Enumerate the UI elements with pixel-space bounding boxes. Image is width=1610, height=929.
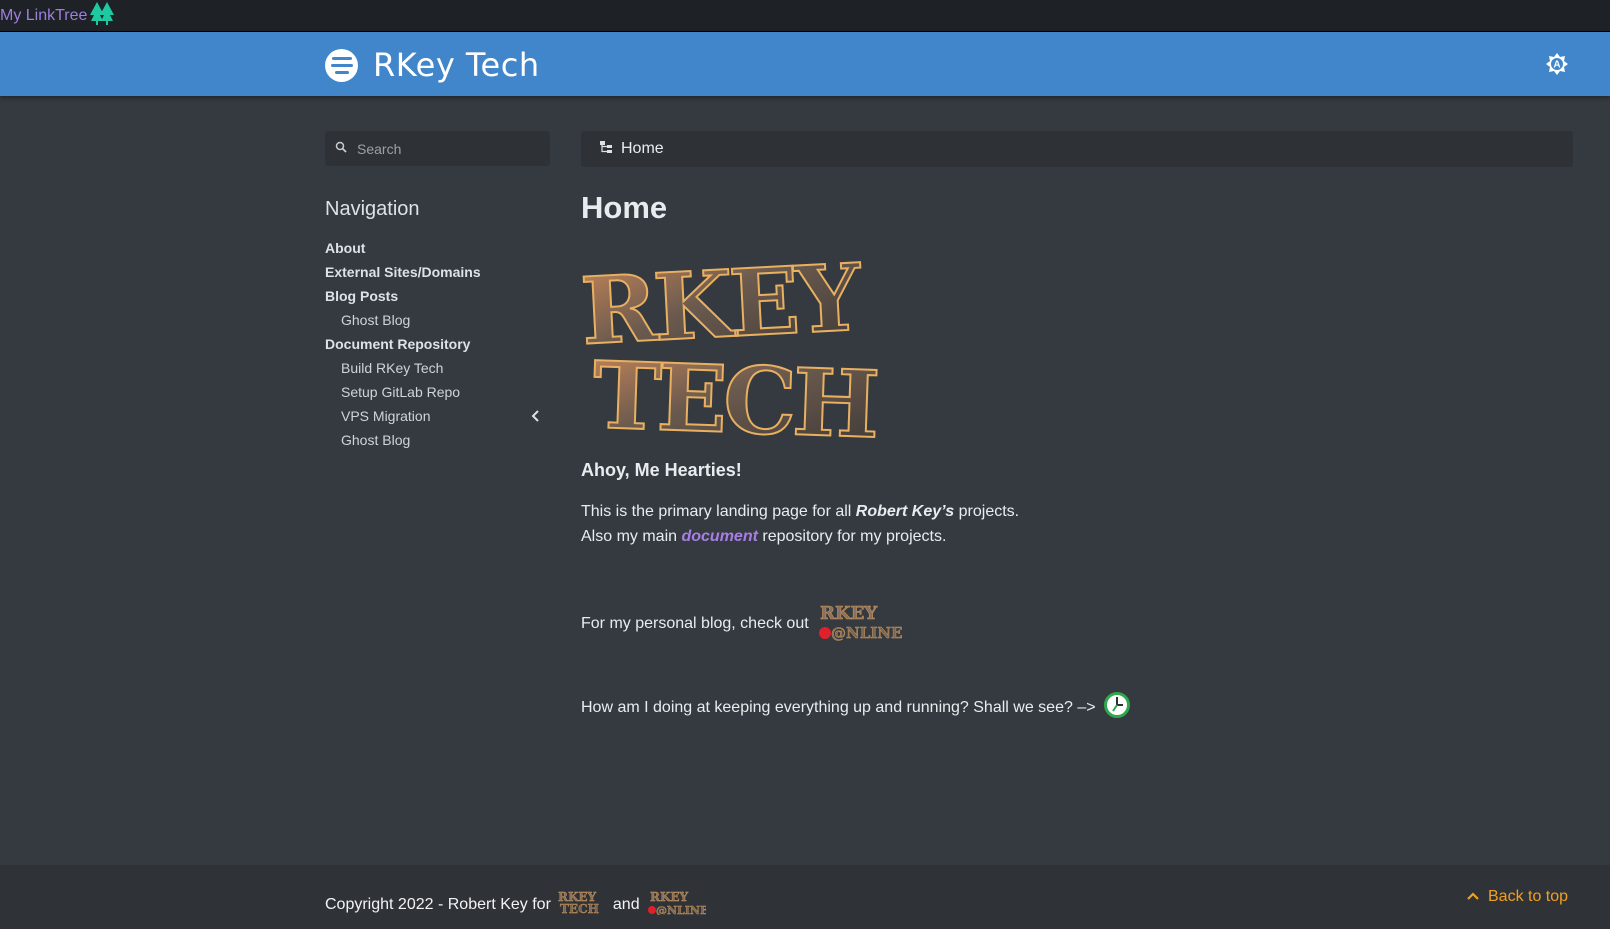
svg-text:@NLINE: @NLINE <box>831 624 902 641</box>
nav-link[interactable]: About <box>325 240 365 256</box>
nav-item-vps-migration[interactable]: VPS Migration <box>325 408 550 432</box>
nav-link[interactable]: VPS Migration <box>341 408 430 424</box>
svg-text:RKEY: RKEY <box>650 890 689 904</box>
navigation-heading: Navigation <box>325 198 420 220</box>
repo-text-end: repository for my projects. <box>757 528 947 545</box>
intro-text: This is the primary landing page for all <box>581 503 856 520</box>
chevron-up-icon <box>1466 888 1480 906</box>
nav-item-setup-gitlab-repo[interactable]: Setup GitLab Repo <box>325 384 550 408</box>
intro-paragraph: This is the primary landing page for all… <box>581 499 1571 549</box>
topbar: My LinkTree <box>0 0 1610 32</box>
uptime-status-icon[interactable] <box>1103 692 1130 723</box>
rkey-online-logo[interactable]: RKEY @NLINE <box>817 601 905 646</box>
status-text: How am I doing at keeping everything up … <box>581 698 1096 716</box>
nav-item-blog-posts[interactable]: Blog Posts <box>325 288 550 312</box>
svg-text:TECH: TECH <box>591 341 877 444</box>
blog-text: For my personal blog, check out <box>581 614 809 632</box>
sitemap-icon <box>599 140 613 159</box>
nav-link[interactable]: Build RKey Tech <box>341 360 443 376</box>
nav-item-document-repository[interactable]: Document Repository <box>325 336 550 360</box>
page-title: Home <box>581 190 668 225</box>
nav-link[interactable]: External Sites/Domains <box>325 264 481 280</box>
tree-icon <box>89 1 117 30</box>
nav-link[interactable]: Setup GitLab Repo <box>341 384 460 400</box>
nav-item-ghost-blog-2[interactable]: Ghost Blog <box>325 432 550 456</box>
linktree-label: My LinkTree <box>0 6 88 24</box>
site-header: RKey Tech A <box>0 32 1610 96</box>
search-box <box>325 131 550 166</box>
greeting-heading: Ahoy, Me Hearties! <box>581 460 742 480</box>
nav-link[interactable]: Blog Posts <box>325 288 398 304</box>
back-to-top-label: Back to top <box>1488 888 1569 905</box>
svg-text:@NLINE: @NLINE <box>656 904 706 915</box>
menu-icon <box>325 48 358 82</box>
site-footer: Copyright 2022 - Robert Key for RKEY TEC… <box>0 865 1610 929</box>
search-icon <box>335 140 347 158</box>
svg-text:A: A <box>1553 60 1560 71</box>
nav-item-about[interactable]: About <box>325 240 550 264</box>
rkey-tech-logo: RKEY TECH <box>577 242 881 460</box>
breadcrumb: Home <box>581 131 1573 167</box>
author-name: Robert Key’s <box>855 503 955 520</box>
site-brand[interactable]: RKey Tech <box>325 46 540 84</box>
svg-text:TECH: TECH <box>560 902 599 915</box>
navigation-list: About External Sites/Domains Blog Posts … <box>325 240 550 456</box>
copyright-text: Copyright 2022 - Robert Key for <box>325 895 551 913</box>
site-title: RKey Tech <box>373 46 540 84</box>
main-content: Home RKEY TECH Ahoy, Me Hearties! This i… <box>577 190 1571 723</box>
search-input[interactable] <box>357 140 537 157</box>
document-link[interactable]: document <box>681 528 757 545</box>
theme-toggle-icon[interactable]: A <box>1545 52 1569 76</box>
svg-text:RKEY: RKEY <box>820 603 878 624</box>
breadcrumb-home[interactable]: Home <box>621 140 664 158</box>
copyright: Copyright 2022 - Robert Key for RKEY TEC… <box>325 889 708 920</box>
intro-text-end: projects. <box>954 503 1020 520</box>
chevron-left-icon[interactable] <box>530 408 542 424</box>
nav-link[interactable]: Document Repository <box>325 336 470 352</box>
back-to-top-link[interactable]: Back to top <box>1466 888 1568 906</box>
repo-text: Also my main <box>581 528 682 545</box>
rkey-online-footer-logo[interactable]: RKEY @NLINE <box>646 889 708 920</box>
nav-link[interactable]: Ghost Blog <box>341 312 410 328</box>
nav-item-ghost-blog[interactable]: Ghost Blog <box>325 312 550 336</box>
status-row: How am I doing at keeping everything up … <box>581 692 1571 723</box>
blog-row: For my personal blog, check out RKEY @NL… <box>581 601 1571 646</box>
linktree-link[interactable]: My LinkTree <box>0 1 117 30</box>
nav-item-build-rkey-tech[interactable]: Build RKey Tech <box>325 360 550 384</box>
nav-link[interactable]: Ghost Blog <box>341 432 410 448</box>
rkey-tech-footer-logo[interactable]: RKEY TECH <box>557 889 607 920</box>
nav-item-external-sites[interactable]: External Sites/Domains <box>325 264 550 288</box>
and-text: and <box>612 895 640 913</box>
